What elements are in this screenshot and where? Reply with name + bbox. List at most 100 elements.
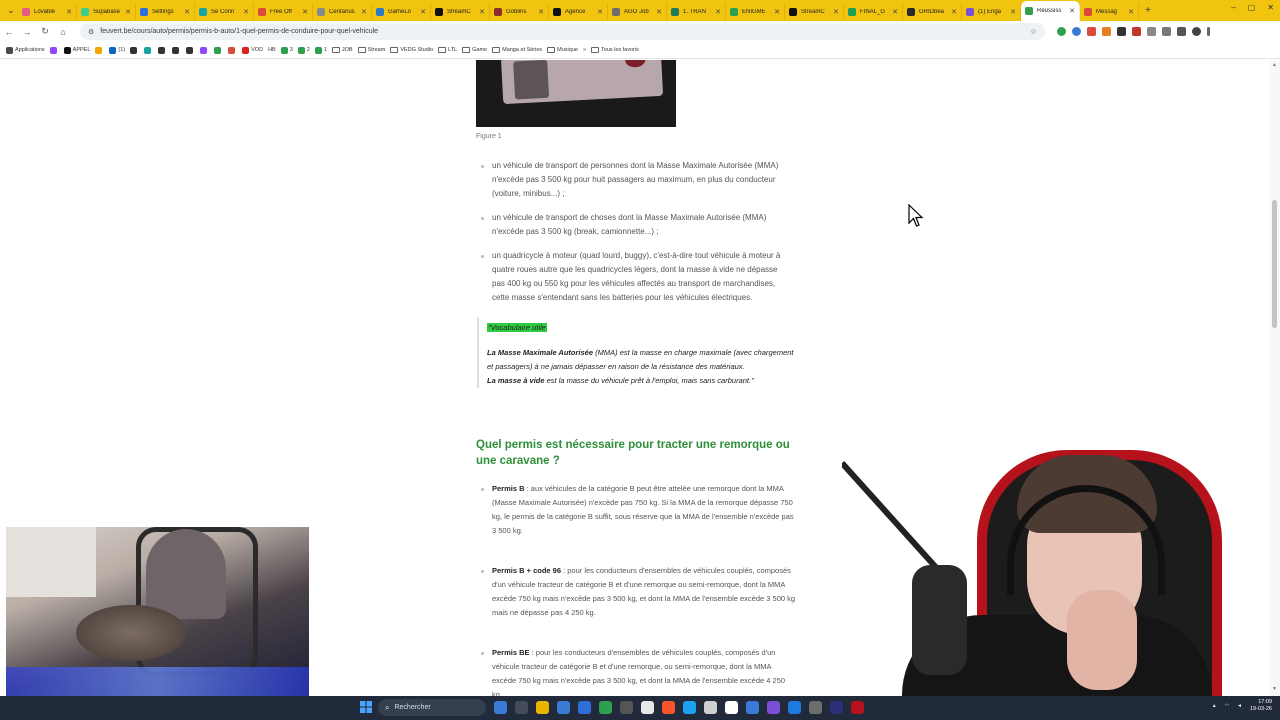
taskbar-app-icon[interactable]	[746, 701, 759, 714]
tray-icon[interactable]: ▲	[1212, 703, 1217, 709]
new-tab-button[interactable]: +	[1145, 5, 1151, 16]
bookmark-item[interactable]: 2	[297, 46, 310, 54]
home-button[interactable]: ⌂	[54, 27, 72, 37]
tab-close-icon[interactable]: ✕	[892, 8, 898, 16]
bookmark-item[interactable]: »	[583, 47, 586, 53]
extension-icon[interactable]	[1087, 27, 1096, 36]
taskbar-app-icon[interactable]	[557, 701, 570, 714]
tab[interactable]: Supabase ✕	[77, 3, 136, 21]
windows-start-icon[interactable]	[360, 701, 372, 713]
taskbar-search[interactable]: ⌕ Rechercher	[378, 699, 486, 716]
volume-icon[interactable]: ◄	[1237, 703, 1242, 709]
taskbar-app-icon[interactable]	[536, 701, 549, 714]
profile-icon[interactable]	[1192, 27, 1201, 36]
tab-close-icon[interactable]: ✕	[951, 8, 957, 16]
bookmark-item[interactable]	[200, 46, 209, 54]
bookmark-item[interactable]	[158, 46, 167, 54]
bookmark-item[interactable]	[49, 46, 59, 54]
bookmark-item[interactable]	[95, 46, 104, 54]
network-icon[interactable]: ◠	[1225, 703, 1229, 709]
bookmark-item[interactable]: HB	[268, 47, 276, 53]
taskbar-app-icon[interactable]	[599, 701, 612, 714]
tab[interactable]: Réussiss ✕	[1021, 1, 1080, 21]
tab[interactable]: AGO Job ✕	[608, 3, 667, 21]
bookmark-folder[interactable]: Game	[462, 47, 487, 53]
bookmark-folder[interactable]: VEDG Studio	[390, 47, 433, 53]
back-button[interactable]: ←	[0, 27, 18, 37]
site-info-icon[interactable]: ⚙	[88, 28, 94, 36]
maximize-button[interactable]: ▢	[1248, 3, 1256, 12]
tab[interactable]: Goblins ✕	[490, 3, 549, 21]
clock[interactable]: 17:09 19-03-26	[1250, 699, 1272, 713]
bookmark-item[interactable]: 3	[280, 46, 293, 54]
extension-icon[interactable]	[1102, 27, 1111, 36]
tab-close-icon[interactable]: ✕	[774, 8, 780, 16]
extension-icon[interactable]	[1147, 27, 1156, 36]
taskbar-app-icon[interactable]	[641, 701, 654, 714]
taskbar-app-icon[interactable]	[725, 701, 738, 714]
bookmark-folder[interactable]: Stream	[357, 47, 385, 53]
tab-close-icon[interactable]: ✕	[1128, 8, 1134, 16]
tab-close-icon[interactable]: ✕	[1069, 7, 1075, 15]
taskbar-app-icon[interactable]	[494, 701, 507, 714]
tab[interactable]: Messag ✕	[1080, 3, 1139, 21]
tab-close-icon[interactable]: ✕	[184, 8, 190, 16]
extension-icon[interactable]	[1057, 27, 1066, 36]
tab[interactable]: ENIGME ✕	[726, 3, 785, 21]
tab-close-icon[interactable]: ✕	[715, 8, 721, 16]
bookmark-item[interactable]	[186, 46, 195, 54]
taskbar-app-icon[interactable]	[704, 701, 717, 714]
extension-icon[interactable]	[1072, 27, 1081, 36]
bookmark-item[interactable]	[214, 46, 223, 54]
tab[interactable]: Settings ✕	[136, 3, 195, 21]
extension-icon[interactable]	[1132, 27, 1141, 36]
tab-close-icon[interactable]: ✕	[420, 8, 426, 16]
reload-button[interactable]: ↻	[36, 26, 54, 37]
forward-button[interactable]: →	[18, 27, 36, 37]
taskbar-app-icon[interactable]	[683, 701, 696, 714]
taskbar-app-icon[interactable]	[515, 701, 528, 714]
tab-close-icon[interactable]: ✕	[597, 8, 603, 16]
menu-dots-icon[interactable]	[1207, 27, 1210, 36]
scroll-down-arrow-icon[interactable]: ▼	[1272, 686, 1277, 692]
tab[interactable]: 1. TRAN ✕	[667, 3, 726, 21]
bookmark-item[interactable]	[130, 46, 139, 54]
tab[interactable]: FINAL_G ✕	[844, 3, 903, 21]
tab[interactable]: Agence ✕	[549, 3, 608, 21]
bookmark-folder[interactable]: JOB	[331, 47, 353, 53]
taskbar-app-icon[interactable]	[578, 701, 591, 714]
page-scrollbar[interactable]: ▲ ▼	[1270, 60, 1280, 696]
tab[interactable]: (1) Enga ✕	[962, 3, 1021, 21]
tab-close-icon[interactable]: ✕	[302, 8, 308, 16]
bookmark-item[interactable]	[144, 46, 153, 54]
bookmark-item[interactable]: 1	[314, 46, 327, 54]
tab[interactable]: Se Conn ✕	[195, 3, 254, 21]
tab-close-icon[interactable]: ✕	[1010, 8, 1016, 16]
bookmark-star-icon[interactable]: ☆	[1030, 27, 1037, 36]
bookmark-item[interactable]	[172, 46, 181, 54]
tab-close-icon[interactable]: ✕	[361, 8, 367, 16]
bookmark-item[interactable]: VOD	[242, 46, 263, 54]
tab-close-icon[interactable]: ✕	[479, 8, 485, 16]
tab[interactable]: GRIDbea ✕	[903, 3, 962, 21]
tab[interactable]: Centarius ✕	[313, 3, 372, 21]
tab-close-icon[interactable]: ✕	[833, 8, 839, 16]
tab-close-icon[interactable]: ✕	[243, 8, 249, 16]
taskbar-app-icon[interactable]	[767, 701, 780, 714]
tab-close-icon[interactable]: ✕	[125, 8, 131, 16]
taskbar-app-icon[interactable]	[662, 701, 675, 714]
download-icon[interactable]	[1177, 27, 1186, 36]
tab[interactable]: Lovable ✕	[18, 3, 77, 21]
taskbar-app-icon[interactable]	[851, 701, 864, 714]
bookmark-item[interactable]: APPEL	[63, 46, 90, 54]
puzzle-icon[interactable]	[1162, 27, 1171, 36]
taskbar-app-icon[interactable]	[809, 701, 822, 714]
bookmark-folder[interactable]: LTL	[438, 47, 457, 53]
minimize-button[interactable]: –	[1231, 3, 1235, 12]
address-bar[interactable]: ⚙ feuvert.be/cours/auto/permis/permis-b-…	[80, 23, 1045, 40]
bookmark-folder[interactable]: Tous les favoris	[591, 47, 639, 53]
tab-close-icon[interactable]: ✕	[538, 8, 544, 16]
taskbar-app-icon[interactable]	[830, 701, 843, 714]
scroll-up-arrow-icon[interactable]: ▲	[1272, 62, 1277, 68]
url-text[interactable]: feuvert.be/cours/auto/permis/permis-b-au…	[100, 28, 378, 35]
